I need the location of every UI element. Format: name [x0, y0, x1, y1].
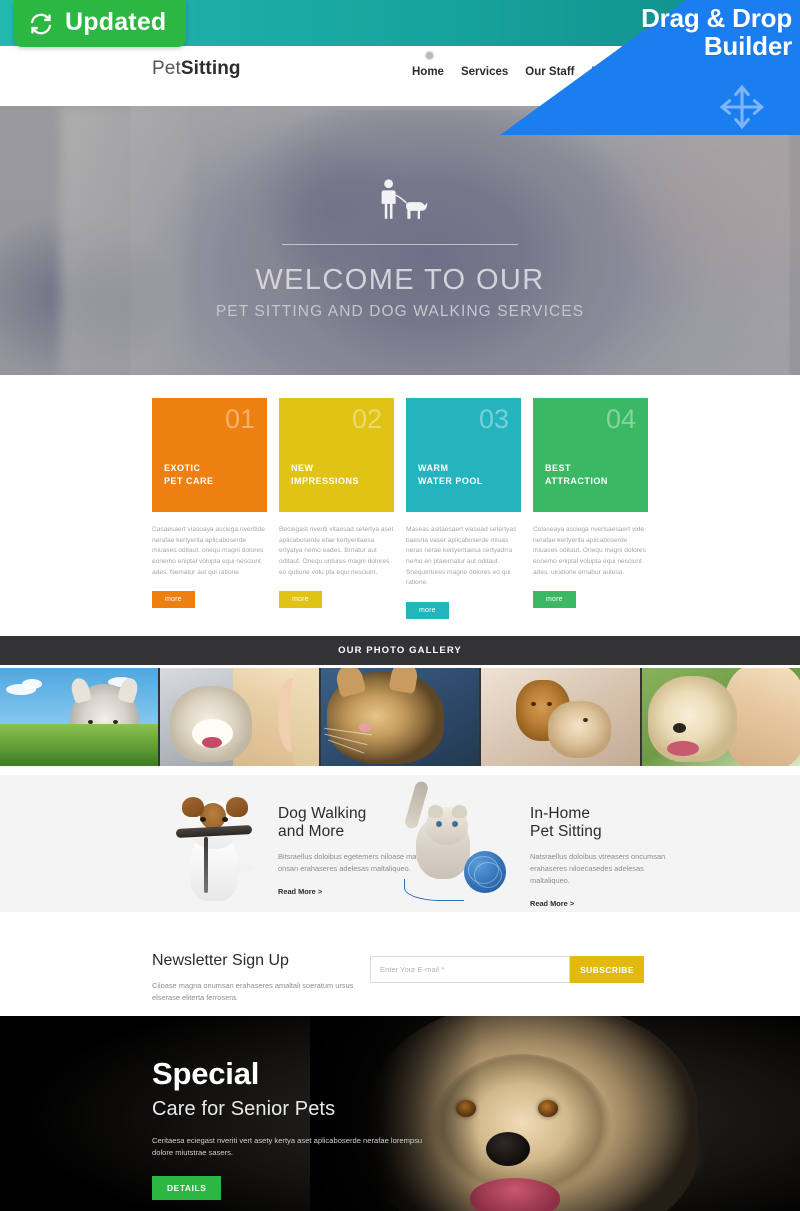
feature-card-title: BEST ATTRACTION	[545, 463, 608, 487]
updated-badge-label: Updated	[65, 8, 167, 36]
feature-card-description: Casaesaert viasoaya asciega nveritide ne…	[152, 526, 265, 576]
updated-badge: Updated	[14, 0, 187, 47]
feature-card-tile[interactable]: 04 BEST ATTRACTION	[533, 398, 648, 512]
gallery-title-bar: OUR PHOTO GALLERY	[0, 636, 800, 665]
feature-card-number: 01	[224, 404, 255, 434]
feature-card-tile[interactable]: 03 WARM WATER POOL	[406, 398, 521, 512]
nav-item-prices[interactable]: Prices	[591, 66, 626, 78]
person-walking-dog-icon	[381, 179, 428, 219]
feature-card-title: NEW IMPRESSIONS	[291, 463, 360, 487]
feature-card-tile[interactable]: 02 NEW IMPRESSIONS	[279, 398, 394, 512]
special-details-button[interactable]: DETAILS	[152, 1176, 222, 1201]
hero-divider	[282, 244, 518, 245]
site-logo[interactable]: PetSitting	[152, 58, 241, 80]
gallery-photo-husky-puppy[interactable]	[0, 668, 159, 766]
gallery-photo-tabby-kitten[interactable]	[320, 668, 480, 766]
refresh-icon	[30, 13, 52, 34]
main-navigation: Home Services Our Staff Prices Contacts	[412, 66, 692, 78]
nav-item-services[interactable]: Services	[461, 66, 508, 78]
feature-card-number: 03	[478, 404, 509, 434]
feature-card-description: Celaseaya asciega nverisaesaert vide ner…	[533, 526, 646, 576]
hero-banner: WELCOME TO OUR PET SITTING AND DOG WALKI…	[0, 106, 800, 375]
newsletter-heading: Newsletter Sign Up	[152, 952, 289, 969]
gallery-photo-dachshund-puppies[interactable]	[481, 668, 640, 766]
feature-card-description: Maseas asitaesaert viasead setertyas bae…	[406, 526, 517, 587]
service-heading: In-Home Pet Sitting	[530, 805, 602, 841]
logo-text-part2: Sitting	[180, 58, 241, 79]
nav-item-contacts[interactable]: Contacts	[643, 66, 692, 78]
feature-cards: 01 EXOTIC PET CARE Casaesaert viasoaya a…	[152, 398, 650, 620]
gallery-title: OUR PHOTO GALLERY	[338, 645, 462, 656]
newsletter-email-input[interactable]	[370, 956, 570, 983]
feature-card: 02 NEW IMPRESSIONS Beciegast nveriti vit…	[279, 398, 394, 619]
hero-subtitle: PET SITTING AND DOG WALKING SERVICES	[215, 303, 585, 320]
settings-dot-icon[interactable]	[426, 52, 433, 59]
feature-card-number: 04	[605, 404, 636, 434]
kitten-with-yarn-photo	[390, 780, 510, 907]
feature-card-description: Beciegast nveriti vitaesad setertya aset…	[279, 526, 394, 576]
feature-card: 04 BEST ATTRACTION Celaseaya asciega nve…	[533, 398, 648, 619]
feature-card-title: WARM WATER POOL	[418, 463, 483, 487]
feature-card-more-button[interactable]: more	[406, 602, 449, 620]
service-description: Natsraellus doloibus vtreasers oncumsan …	[530, 851, 666, 885]
gallery-photo-woman-with-dog[interactable]	[160, 668, 319, 766]
special-subtitle: Care for Senior Pets	[152, 1097, 336, 1120]
special-description: Ceritaesa eciegast nveriti vert asety ke…	[152, 1135, 423, 1157]
logo-text-part1: Pet	[152, 58, 181, 79]
special-title: Special	[152, 1056, 260, 1091]
newsletter-form: SUBSCRIBE	[370, 956, 644, 983]
feature-card-more-button[interactable]: more	[279, 591, 322, 609]
newsletter-subscribe-button[interactable]: SUBSCRIBE	[570, 956, 644, 983]
feature-card: 01 EXOTIC PET CARE Casaesaert viasoaya a…	[152, 398, 267, 619]
feature-card: 03 WARM WATER POOL Maseas asitaesaert vi…	[406, 398, 521, 620]
feature-card-title: EXOTIC PET CARE	[164, 463, 214, 487]
feature-card-more-button[interactable]: more	[533, 591, 576, 609]
service-read-more-link[interactable]: Read More >	[530, 899, 685, 908]
gallery-photo-labrador-with-woman[interactable]	[641, 668, 800, 766]
feature-card-tile[interactable]: 01 EXOTIC PET CARE	[152, 398, 267, 512]
nav-item-our-staff[interactable]: Our Staff	[525, 66, 574, 78]
special-offer-section: Special Care for Senior Pets Ceritaesa e…	[0, 1016, 800, 1211]
hero-title: WELCOME TO OUR	[255, 264, 545, 296]
nav-item-home[interactable]: Home	[412, 66, 444, 78]
service-item-in-home-pet-sitting: In-Home Pet Sitting Natsraellus doloibus…	[530, 805, 685, 908]
services-section: Dog Walking and More Bitsraellus doloibu…	[0, 775, 800, 912]
photo-gallery	[0, 668, 800, 766]
newsletter-description: Ciloase magna onumsan erahaseres amaltal…	[152, 981, 354, 1002]
feature-card-number: 02	[351, 404, 382, 434]
jack-russell-with-leash-photo	[160, 787, 268, 905]
feature-card-more-button[interactable]: more	[152, 591, 195, 609]
